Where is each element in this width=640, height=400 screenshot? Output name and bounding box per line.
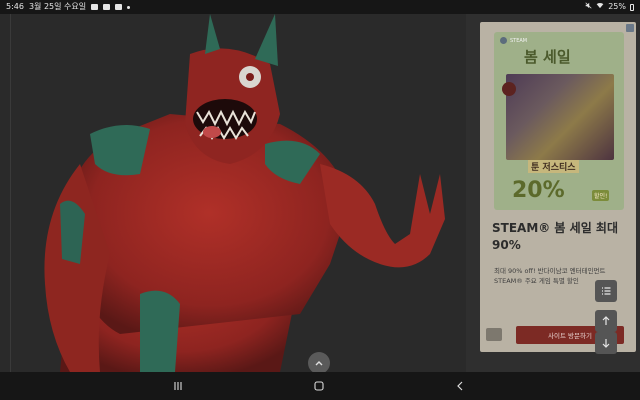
ad-info-icon[interactable] (626, 24, 634, 32)
wifi-icon (596, 0, 604, 14)
recents-button[interactable] (170, 378, 186, 394)
list-button[interactable] (595, 280, 617, 302)
ad-brand: STEAM (510, 37, 528, 44)
ad-banner-subtitle: 툰 저스티스 (528, 160, 579, 173)
back-button[interactable] (452, 378, 468, 394)
ad-headline: STEAM® 봄 세일 최대 90% (492, 221, 618, 252)
screen: 5:46 3월 25일 수요일 25% STEAM 봄 세일 툰 저스티스 20… (0, 0, 640, 400)
ad-discount: 20% (512, 178, 565, 203)
ad-brand-row: STEAM (500, 37, 527, 44)
ad-banner-image[interactable]: STEAM 봄 세일 툰 저스티스 20% 할인! (494, 32, 624, 210)
ad-banner-title: 봄 세일 (524, 48, 571, 66)
arrow-up-icon (602, 316, 610, 325)
status-date: 3월 25일 수요일 (28, 2, 87, 11)
ad-discount-tag: 할인! (592, 190, 610, 201)
collapse-button[interactable] (308, 352, 330, 372)
scroll-down-button[interactable] (595, 332, 617, 354)
list-icon (602, 287, 611, 295)
creature-image (44, 14, 445, 372)
image-viewer[interactable] (0, 14, 466, 372)
recents-icon (174, 382, 182, 390)
back-icon (457, 381, 463, 391)
battery-icon (630, 3, 634, 11)
home-button[interactable] (311, 378, 327, 394)
ad-game-artwork (506, 74, 614, 160)
chevron-up-icon (315, 361, 323, 366)
arrow-down-icon (602, 339, 610, 348)
youtube-notification-icon (115, 4, 123, 10)
navigation-bar (0, 372, 640, 400)
ad-app-icon (486, 328, 502, 341)
more-notifications-icon (127, 5, 131, 9)
status-bar: 5:46 3월 25일 수요일 25% (0, 0, 640, 14)
ad-sale-badge (502, 82, 516, 96)
message-notification-icon (103, 4, 111, 10)
battery-level: 25% (608, 2, 626, 11)
steam-logo-icon (500, 37, 507, 44)
viewer-divider (10, 14, 11, 372)
status-time: 5:46 (6, 2, 24, 11)
home-icon (314, 381, 324, 391)
steam-ad-card[interactable]: STEAM 봄 세일 툰 저스티스 20% 할인! STEAM® 봄 세일 최대… (480, 22, 636, 352)
scroll-up-button[interactable] (595, 310, 617, 332)
gallery-notification-icon (91, 4, 99, 10)
mute-icon (585, 0, 592, 14)
